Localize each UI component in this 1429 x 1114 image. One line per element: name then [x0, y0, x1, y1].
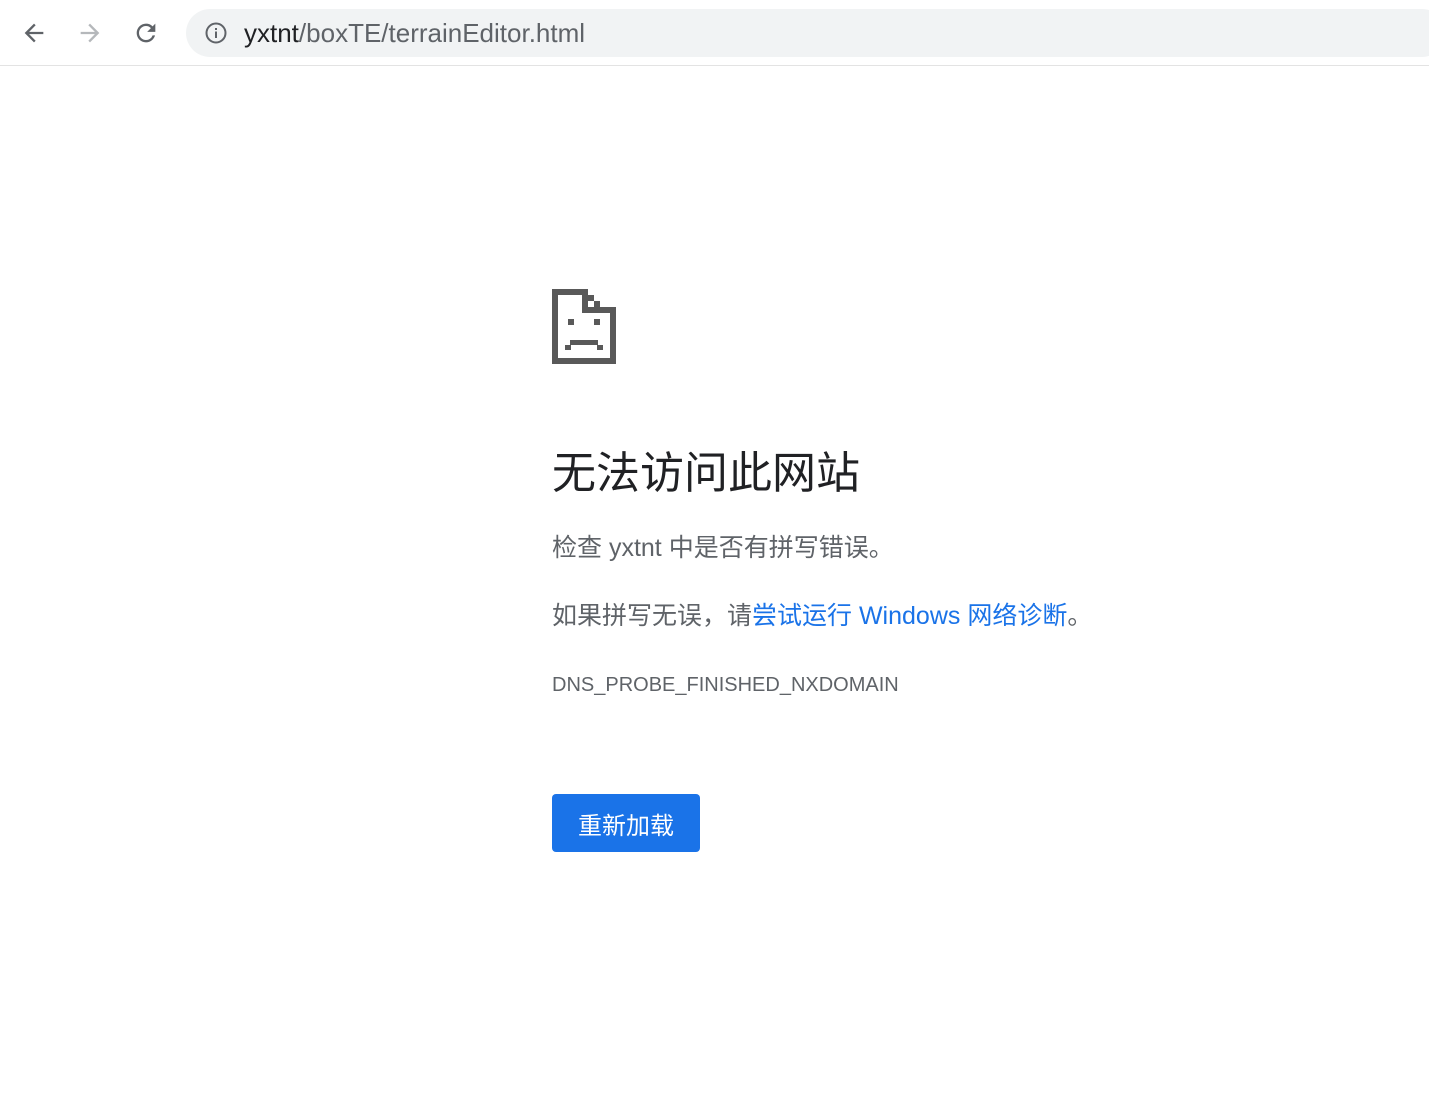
check-suffix: 中是否有拼写错误。 [661, 534, 894, 562]
browser-toolbar: yxtnt/boxTE/terrainEditor.html [0, 0, 1429, 66]
diagnostics-suggestion: 如果拼写无误，请尝试运行 Windows 网络诊断。 [552, 600, 1092, 632]
suggestion-prefix: 如果拼写无误，请 [552, 602, 753, 630]
address-bar[interactable]: yxtnt/boxTE/terrainEditor.html [186, 9, 1429, 57]
network-diagnostics-link[interactable]: 尝试运行 Windows 网络诊断 [752, 602, 1067, 630]
suggestion-suffix: 。 [1067, 602, 1093, 630]
check-host: yxtnt [608, 534, 662, 562]
error-code: DNS_PROBE_FINISHED_NXDOMAIN [552, 674, 899, 696]
typo-check-message: 检查 yxtnt 中是否有拼写错误。 [552, 532, 894, 564]
reload-icon [136, 23, 156, 43]
sad-document-icon [551, 288, 617, 364]
site-info-button[interactable] [204, 21, 228, 45]
url-host: yxtnt [244, 18, 299, 48]
reload-page-button[interactable] [126, 13, 166, 53]
reload-button[interactable]: 重新加载 [552, 794, 700, 852]
arrow-right-icon [80, 23, 100, 43]
check-prefix: 检查 [552, 534, 609, 562]
url-text[interactable]: yxtnt/boxTE/terrainEditor.html [244, 19, 585, 47]
back-button[interactable] [14, 13, 54, 53]
url-path: /boxTE/terrainEditor.html [298, 18, 586, 48]
error-title: 无法访问此网站 [552, 449, 860, 498]
arrow-left-icon [24, 23, 44, 43]
forward-button[interactable] [70, 13, 110, 53]
info-circle-icon [205, 22, 227, 44]
